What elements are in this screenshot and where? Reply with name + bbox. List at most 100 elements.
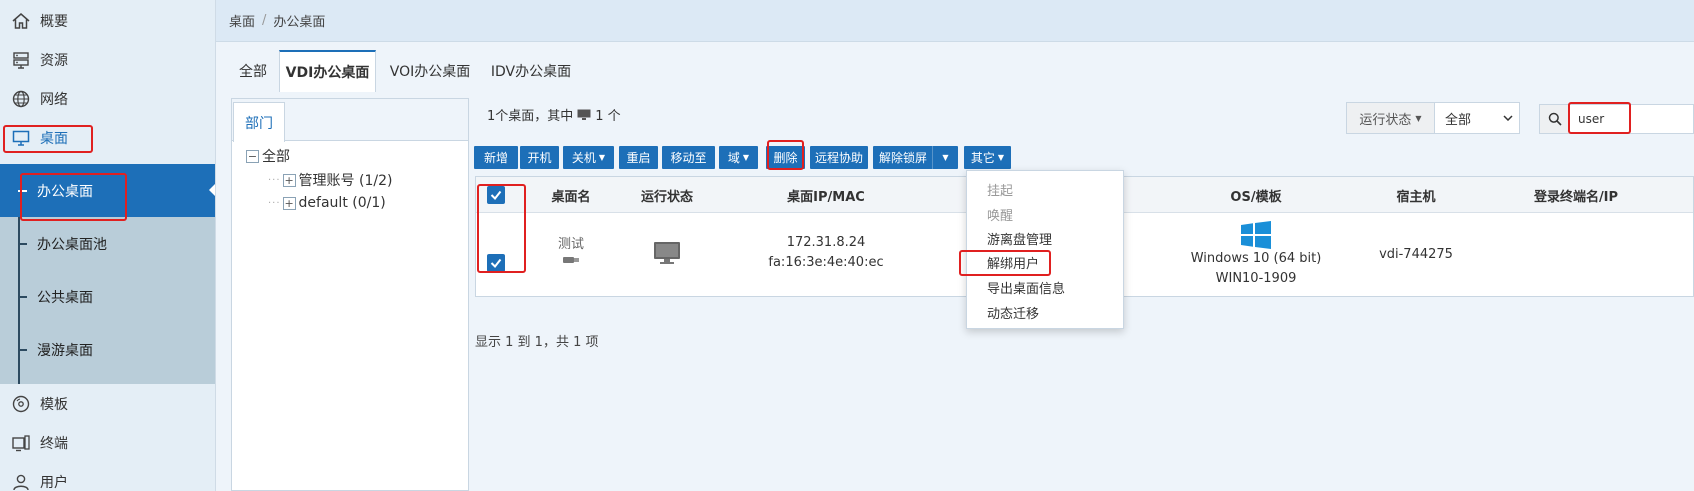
tree-node-label: default (0/1) xyxy=(298,195,386,211)
column-header-login-terminal[interactable]: 登录终端名/IP xyxy=(1496,177,1656,213)
button-label: 移动至 xyxy=(670,151,707,165)
column-header-ip-mac[interactable]: 桌面IP/MAC xyxy=(766,177,886,213)
tab-department[interactable]: 部门 xyxy=(233,102,285,142)
desktop-submenu: 办公桌面 办公桌面池 公共桌面 漫游桌面 xyxy=(0,164,215,384)
tab-all[interactable]: 全部 xyxy=(230,50,276,92)
status-filter-select[interactable]: 全部 xyxy=(1435,103,1519,133)
nav-item-overview[interactable]: 概要 xyxy=(0,1,215,40)
tab-label: VOI办公桌面 xyxy=(389,64,471,80)
other-button[interactable]: 其它 ▼ xyxy=(964,146,1011,169)
sub-item-public-desktop[interactable]: 公共桌面 xyxy=(0,270,215,323)
tab-idv-desktop[interactable]: IDV办公桌面 xyxy=(484,50,578,92)
column-header-os-template[interactable]: OS/模板 xyxy=(1196,177,1316,213)
button-label: 解除锁屏 xyxy=(879,151,928,165)
search-input[interactable] xyxy=(1570,112,1690,126)
menu-item-export-desktop-info[interactable]: 导出桌面信息 xyxy=(967,275,1123,299)
tree-node-all[interactable]: − 全部 xyxy=(246,146,290,166)
submenu-dash xyxy=(18,296,27,298)
sub-item-office-desktop-pool[interactable]: 办公桌面池 xyxy=(0,217,215,270)
menu-item-unbind-user[interactable]: 解绑用户 xyxy=(967,250,1123,274)
nav-item-terminal[interactable]: 终端 xyxy=(0,423,215,462)
button-label: 开机 xyxy=(527,151,552,165)
button-label: 重启 xyxy=(626,151,651,165)
delete-button[interactable]: 删除 xyxy=(766,146,805,169)
nav-item-network[interactable]: 网络 xyxy=(0,79,215,118)
column-header-label: 登录终端名/IP xyxy=(1533,189,1619,205)
move-to-button[interactable]: 移动至 xyxy=(662,146,715,169)
breadcrumb-separator: / xyxy=(262,13,267,28)
button-label: 其它 xyxy=(970,151,995,165)
server-icon xyxy=(10,49,32,71)
nav-item-template[interactable]: 模板 xyxy=(0,384,215,423)
tab-label: 全部 xyxy=(239,64,267,80)
search-icon[interactable] xyxy=(1540,105,1570,133)
sub-item-roaming-desktop[interactable]: 漫游桌面 xyxy=(0,323,215,376)
nav-item-label: 概要 xyxy=(40,13,68,30)
desktop-name[interactable]: 测试 xyxy=(558,235,584,255)
nav-item-desktop[interactable]: 桌面 xyxy=(0,118,215,157)
home-icon xyxy=(10,10,32,32)
chevron-down-icon xyxy=(1503,115,1513,121)
submenu-dash xyxy=(18,349,27,351)
submenu-dash xyxy=(18,190,27,192)
other-dropdown-menu: 挂起 唤醒 游离盘管理 解绑用户 导出桌面信息 动态迁移 xyxy=(966,170,1124,329)
remote-assist-button[interactable]: 远程协助 xyxy=(810,146,868,169)
breadcrumb-root[interactable]: 桌面 xyxy=(229,11,255,30)
desktop-mac: fa:16:3e:4e:40:ec xyxy=(768,255,884,270)
status-filter-label[interactable]: 运行状态 ▼ xyxy=(1347,103,1435,133)
expand-icon[interactable]: + xyxy=(282,173,296,187)
column-header-status[interactable]: 运行状态 xyxy=(622,177,712,213)
column-header-label: OS/模板 xyxy=(1230,189,1282,205)
caret-down-icon[interactable]: ▼ xyxy=(932,146,958,169)
status-filter[interactable]: 运行状态 ▼ 全部 xyxy=(1346,102,1520,134)
select-all-checkbox[interactable] xyxy=(487,186,505,204)
button-label: 关机 xyxy=(571,151,596,165)
collapse-icon[interactable]: − xyxy=(246,149,259,163)
column-header-host[interactable]: 宿主机 xyxy=(1366,177,1466,213)
nav-item-resources[interactable]: 资源 xyxy=(0,40,215,79)
row-checkbox[interactable] xyxy=(487,254,505,272)
menu-item-detached-disk[interactable]: 游离盘管理 xyxy=(967,226,1123,250)
sub-item-label: 公共桌面 xyxy=(37,289,93,306)
nav-item-user[interactable]: 用户 xyxy=(0,462,215,491)
department-header: 部门 xyxy=(232,99,468,142)
caret-down-icon: ▼ xyxy=(1415,113,1422,123)
monitor-icon xyxy=(10,127,32,149)
desktop-summary: 1个桌面，其中 1 个 xyxy=(487,105,621,124)
nav-item-label: 模板 xyxy=(40,396,68,413)
tab-voi-desktop[interactable]: VOI办公桌面 xyxy=(380,50,480,92)
menu-item-label: 挂起 xyxy=(987,183,1014,199)
caret-down-icon: ▼ xyxy=(742,153,750,162)
menu-item-live-migration[interactable]: 动态迁移 xyxy=(967,300,1123,324)
tree-node-admin-accounts[interactable]: ··· + 管理账号 (1/2) xyxy=(268,170,392,190)
sub-item-office-desktop[interactable]: 办公桌面 xyxy=(0,164,215,217)
monitor-icon xyxy=(654,242,680,264)
restart-button[interactable]: 重启 xyxy=(619,146,658,169)
submenu-dash xyxy=(18,243,27,245)
expand-icon[interactable]: + xyxy=(282,196,296,210)
tab-vdi-desktop[interactable]: VDI办公桌面 xyxy=(279,50,376,92)
button-label: 新增 xyxy=(483,151,508,165)
nav-item-label: 桌面 xyxy=(40,130,68,147)
column-header-label: 宿主机 xyxy=(1396,189,1436,205)
nav-item-label: 终端 xyxy=(40,435,68,452)
power-on-button[interactable]: 开机 xyxy=(520,146,559,169)
tree-node-default[interactable]: ··· + default (0/1) xyxy=(268,195,386,211)
menu-item-label: 游离盘管理 xyxy=(987,232,1053,248)
unlock-screen-button[interactable]: 解除锁屏 ▼ xyxy=(873,146,958,169)
disc-icon xyxy=(10,393,32,415)
shutdown-button[interactable]: 关机 ▼ xyxy=(563,146,614,169)
tree-connector: ··· xyxy=(268,174,281,186)
tree-node-label: 全部 xyxy=(262,149,290,165)
domain-button[interactable]: 域 ▼ xyxy=(719,146,758,169)
nav-item-label: 用户 xyxy=(40,474,68,491)
column-header-name[interactable]: 桌面名 xyxy=(530,177,612,213)
pagination-info: 显示 1 到 1，共 1 项 xyxy=(475,335,599,350)
menu-item-wake: 唤醒 xyxy=(967,202,1123,226)
ip-mac-cell: 172.31.8.24 fa:16:3e:4e:40:ec xyxy=(756,228,896,278)
breadcrumb-current: 办公桌面 xyxy=(273,15,326,30)
globe-icon xyxy=(10,88,32,110)
department-tab-label: 部门 xyxy=(245,115,273,132)
new-button[interactable]: 新增 xyxy=(474,146,518,169)
sidebar: 概要 资源 网络 桌面 办公桌面 办公桌面池 公共桌面 漫游桌面 模板 终端 用… xyxy=(0,0,216,491)
